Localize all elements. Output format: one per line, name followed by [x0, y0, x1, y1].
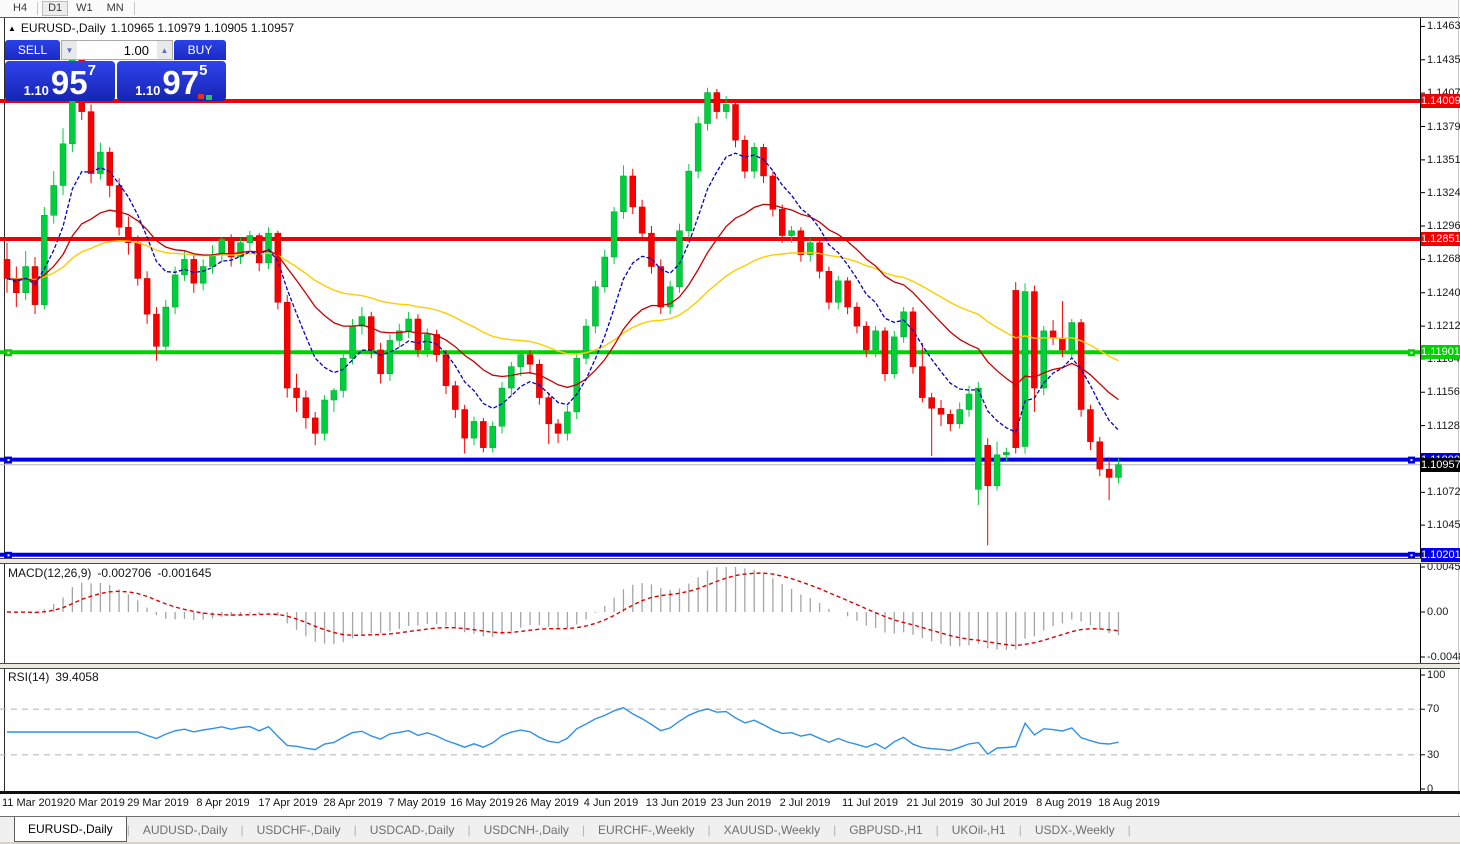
- date-label: 17 Apr 2019: [258, 797, 318, 809]
- price-tick-label: 1.13515: [1427, 153, 1460, 166]
- chart-object-green-marker: [206, 95, 212, 100]
- candles-layer: [3, 44, 1122, 546]
- one-click-trade-panel: SELL ▼ 1.00 ▲ BUY 1.10 95 7 1.10 97 5: [5, 40, 226, 103]
- sell-price-button[interactable]: 1.10 95 7: [5, 61, 115, 101]
- chart-symbol-label: EURUSD-,Daily: [20, 21, 106, 35]
- date-label: 30 Jul 2019: [970, 797, 1028, 809]
- rsi-title: RSI(14): [8, 670, 50, 684]
- buy-button[interactable]: BUY: [174, 40, 226, 60]
- price-tick-label: 1.14635: [1427, 20, 1460, 33]
- buy-price-prefix: 1.10: [135, 83, 161, 98]
- chart-ohlc-values: 1.10965 1.10979 1.10905 1.10957: [110, 21, 295, 35]
- date-label: 11 Mar 2019: [2, 797, 63, 809]
- macd-value-main: -0.002706: [97, 566, 152, 580]
- rsi-value: 39.4058: [55, 670, 99, 684]
- symbol-tab-gbpusd[interactable]: GBPUSD-,H1: [836, 817, 935, 842]
- date-label: 13 Jun 2019: [645, 797, 707, 809]
- date-label: 8 Apr 2019: [196, 797, 250, 809]
- date-label: 8 Aug 2019: [1036, 797, 1092, 809]
- date-label: 26 May 2019: [515, 797, 579, 809]
- price-tick-label: 1.12120: [1427, 320, 1460, 333]
- buy-price-pip: 5: [199, 62, 208, 79]
- current-price-badge: 1.10957: [1421, 457, 1460, 472]
- price-tick-label: 1.10450: [1427, 519, 1460, 532]
- symbol-tab-usdchf[interactable]: USDCHF-,Daily: [244, 817, 354, 842]
- date-label: 7 May 2019: [388, 797, 446, 809]
- price-tick-label: 1.12680: [1427, 253, 1460, 266]
- sell-price-main: 95: [50, 64, 88, 101]
- rsi-tick-label: 30: [1427, 748, 1440, 761]
- volume-increase-icon[interactable]: ▲: [157, 41, 172, 59]
- symbol-tab-usdcnh[interactable]: USDCNH-,Daily: [471, 817, 582, 842]
- rsi-tick-label: 100: [1427, 669, 1446, 681]
- chart-object-red-marker: [198, 94, 204, 99]
- chart-bottom-frame: [0, 791, 1460, 794]
- date-label: 28 Apr 2019: [323, 797, 383, 809]
- rsi-line: [7, 706, 1119, 756]
- rsi-splitter[interactable]: [0, 663, 1460, 669]
- date-label: 23 Jun 2019: [710, 797, 772, 809]
- price-tick-label: 1.12960: [1427, 220, 1460, 232]
- date-label: 16 May 2019: [450, 797, 514, 809]
- level-price-badge: 1.12851: [1421, 231, 1460, 246]
- symbol-tab-bar: EURUSD-,Daily | AUDUSD-,Daily | USDCHF-,Dail…: [0, 816, 1460, 842]
- price-tick-label: 1.14355: [1427, 53, 1460, 66]
- collapse-arrow-icon[interactable]: ▲: [8, 24, 16, 33]
- date-label: 29 Mar 2019: [127, 797, 189, 809]
- macd-title: MACD(12,26,9): [8, 566, 92, 580]
- sell-price-pip: 7: [87, 62, 96, 79]
- symbol-tab-audusd[interactable]: AUDUSD-,Daily: [130, 817, 241, 842]
- symbol-tab-xauusd[interactable]: XAUUSD-,Weekly: [711, 817, 833, 842]
- level-price-badge: 1.11901: [1421, 345, 1460, 360]
- tab-bar-padding: [0, 817, 14, 842]
- price-tick-label: 1.11285: [1427, 419, 1460, 432]
- terminal-window: H4 D1 W1 MN ▲ EURUSD-,Daily 1.10965 1.10979…: [0, 0, 1460, 844]
- price-tick-label: 1.12400: [1427, 286, 1460, 299]
- sell-button[interactable]: SELL: [5, 40, 60, 60]
- macd-tick-label: -0.004806: [1427, 651, 1460, 663]
- date-label: 20 Mar 2019: [63, 797, 125, 809]
- symbol-tab-eurusd[interactable]: EURUSD-,Daily: [14, 817, 127, 842]
- date-label: 2 Jul 2019: [779, 797, 831, 809]
- macd-label: MACD(12,26,9) -0.002706 -0.001645: [8, 566, 211, 580]
- price-tick-label: 1.11565: [1427, 386, 1460, 399]
- price-tick-label: 1.13240: [1427, 186, 1460, 199]
- date-label: 11 Jul 2019: [841, 797, 899, 809]
- level-lines: [0, 99, 1420, 559]
- price-tick-label: 1.13795: [1427, 120, 1460, 133]
- macd-value-signal: -0.001645: [157, 566, 212, 580]
- sell-price-prefix: 1.10: [23, 83, 49, 98]
- volume-decrease-icon[interactable]: ▼: [62, 41, 77, 59]
- symbol-tab-eurchf[interactable]: EURCHF-,Weekly: [585, 817, 707, 842]
- price-tick-label: 1.10725: [1427, 486, 1460, 499]
- level-price-badge: 1.14009: [1421, 94, 1460, 108]
- tab-separator: |: [1127, 822, 1131, 837]
- volume-box: ▼ 1.00 ▲: [61, 40, 173, 60]
- date-axis: 11 Mar 2019 20 Mar 2019 29 Mar 2019 8 Apr 2…: [0, 795, 1460, 813]
- symbol-tab-usdx[interactable]: USDX-,Weekly: [1022, 817, 1128, 842]
- symbol-tab-usdcad[interactable]: USDCAD-,Daily: [357, 817, 468, 842]
- symbol-tab-ukoil[interactable]: UKOil-,H1: [939, 817, 1019, 842]
- date-label: 21 Jul 2019: [906, 797, 964, 809]
- date-label: 4 Jun 2019: [583, 797, 639, 809]
- macd-splitter[interactable]: [0, 558, 1460, 564]
- macd-tick-label: 0.00: [1427, 606, 1449, 618]
- rsi-tick-label: 70: [1427, 703, 1440, 716]
- macd-signal-line: [6, 572, 1119, 647]
- buy-price-main: 97: [162, 64, 200, 101]
- volume-input[interactable]: 1.00: [77, 41, 157, 59]
- chart-canvas[interactable]: [0, 0, 1460, 844]
- chart-title: ▲ EURUSD-,Daily 1.10965 1.10979 1.10905 …: [8, 21, 294, 35]
- date-label: 18 Aug 2019: [1098, 797, 1160, 809]
- level-price-badge: 1.10201: [1421, 547, 1460, 562]
- rsi-label: RSI(14) 39.4058: [8, 670, 99, 684]
